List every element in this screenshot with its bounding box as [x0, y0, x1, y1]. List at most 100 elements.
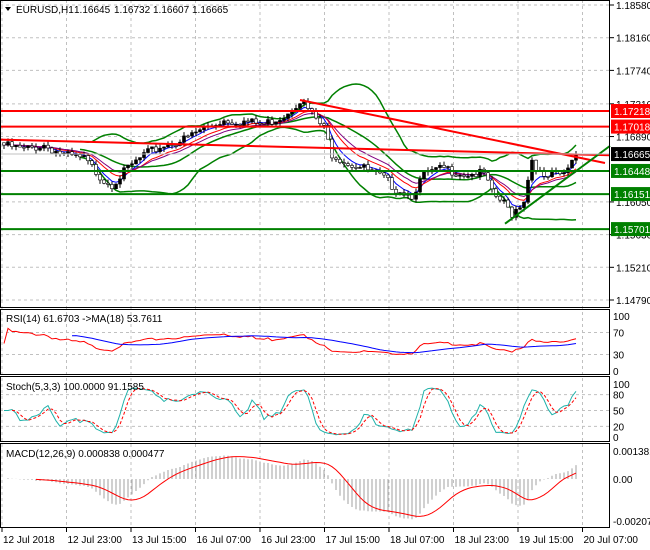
- candle: [2, 142, 6, 146]
- candle: [502, 199, 506, 202]
- candle: [82, 155, 86, 158]
- current-price-label: 1.16665: [614, 150, 650, 161]
- candle: [42, 144, 46, 149]
- price-level-label: 1.17018: [614, 123, 650, 134]
- macd-tick-label: 0.001381: [613, 447, 650, 458]
- candle: [382, 172, 386, 176]
- candle: [114, 183, 118, 189]
- candle: [434, 167, 438, 170]
- candle: [526, 179, 530, 203]
- candle: [222, 120, 226, 125]
- dropdown-triangle-icon[interactable]: [5, 7, 11, 11]
- candle: [186, 135, 190, 138]
- candle: [394, 189, 398, 194]
- candle: [254, 118, 258, 124]
- stochastic-panel[interactable]: [0, 387, 610, 436]
- candle: [562, 172, 566, 175]
- candle: [174, 145, 178, 147]
- candle: [262, 122, 266, 125]
- candle: [350, 165, 354, 168]
- candle: [98, 174, 102, 181]
- candle: [234, 124, 238, 126]
- candle: [518, 207, 522, 210]
- candle: [506, 199, 510, 208]
- time-tick-label: 16 Jul 07:00: [197, 535, 252, 546]
- macd-signal-line: [35, 456, 577, 517]
- price-tick-label: 1.18580: [616, 1, 650, 12]
- rsi-label: RSI(14) 61.6703 ->MA(18) 53.7611: [6, 314, 163, 325]
- candle: [138, 157, 142, 161]
- candle: [18, 145, 22, 148]
- rsi-tick-label: 70: [613, 329, 625, 340]
- macd-panel[interactable]: [4, 455, 577, 520]
- candle: [110, 184, 114, 189]
- time-tick-label: 20 Jul 07:00: [584, 535, 639, 546]
- candle: [346, 163, 350, 166]
- candle: [322, 123, 326, 126]
- candle: [510, 206, 514, 218]
- candle: [190, 132, 194, 137]
- candle: [182, 135, 186, 143]
- candle: [102, 179, 106, 184]
- candle: [454, 174, 458, 177]
- candle: [466, 176, 470, 178]
- rsi-tick-label: 100: [613, 312, 630, 323]
- ohlc-low: 1.16607: [153, 5, 190, 16]
- candle: [230, 122, 234, 125]
- candle: [86, 155, 90, 162]
- candle: [194, 131, 198, 134]
- candle: [438, 164, 442, 168]
- time-tick-label: 17 Jul 15:00: [326, 535, 381, 546]
- candle: [134, 159, 138, 165]
- candle: [74, 154, 78, 156]
- candle: [534, 159, 538, 172]
- candle: [318, 117, 322, 124]
- candle: [470, 173, 474, 177]
- candle: [66, 151, 70, 154]
- price-tick-label: 1.17740: [616, 66, 650, 77]
- candle: [278, 120, 282, 123]
- stoch-label: Stoch(5,3,3) 100.0000 91.1585: [6, 382, 144, 393]
- trading-chart[interactable]: 1.185801.181601.177401.173101.168901.160…: [0, 0, 650, 550]
- candle: [522, 201, 526, 208]
- candle: [38, 147, 42, 151]
- candle: [158, 147, 162, 152]
- candle: [486, 172, 490, 181]
- candle: [218, 124, 222, 126]
- candle: [302, 101, 306, 105]
- candle: [78, 154, 82, 158]
- candle: [122, 167, 126, 180]
- candle: [6, 141, 10, 146]
- candle: [118, 178, 122, 185]
- stoch-tick-label: 80: [613, 391, 625, 402]
- time-tick-label: 16 Jul 23:00: [261, 535, 316, 546]
- candle: [338, 159, 342, 163]
- symbol-label: EURUSD,H1: [16, 5, 74, 16]
- macd-label: MACD(12,26,9) 0.000838 0.000477: [6, 449, 165, 460]
- ohlc-open: 1.16645: [74, 5, 111, 16]
- time-tick-label: 12 Jul 23:00: [68, 535, 123, 546]
- candle: [418, 178, 422, 193]
- candle: [142, 152, 146, 158]
- candle: [94, 164, 98, 175]
- candle: [342, 162, 346, 164]
- ohlc-high: 1.16732: [114, 5, 151, 16]
- candle: [306, 101, 310, 109]
- candle: [90, 160, 94, 165]
- candle: [154, 146, 158, 152]
- candle: [246, 120, 250, 123]
- candle: [390, 177, 394, 190]
- stoch-k-line: [4, 387, 577, 436]
- candle: [354, 167, 358, 169]
- price-tick-label: 1.18160: [616, 34, 650, 45]
- candle: [286, 113, 290, 119]
- candle: [570, 159, 574, 169]
- candle: [54, 150, 58, 154]
- candle: [162, 146, 166, 149]
- candle: [238, 124, 242, 126]
- candle: [250, 118, 254, 123]
- candle: [270, 119, 274, 125]
- candle: [362, 164, 366, 168]
- candle: [34, 146, 38, 151]
- ohlc-close: 1.16665: [192, 5, 229, 16]
